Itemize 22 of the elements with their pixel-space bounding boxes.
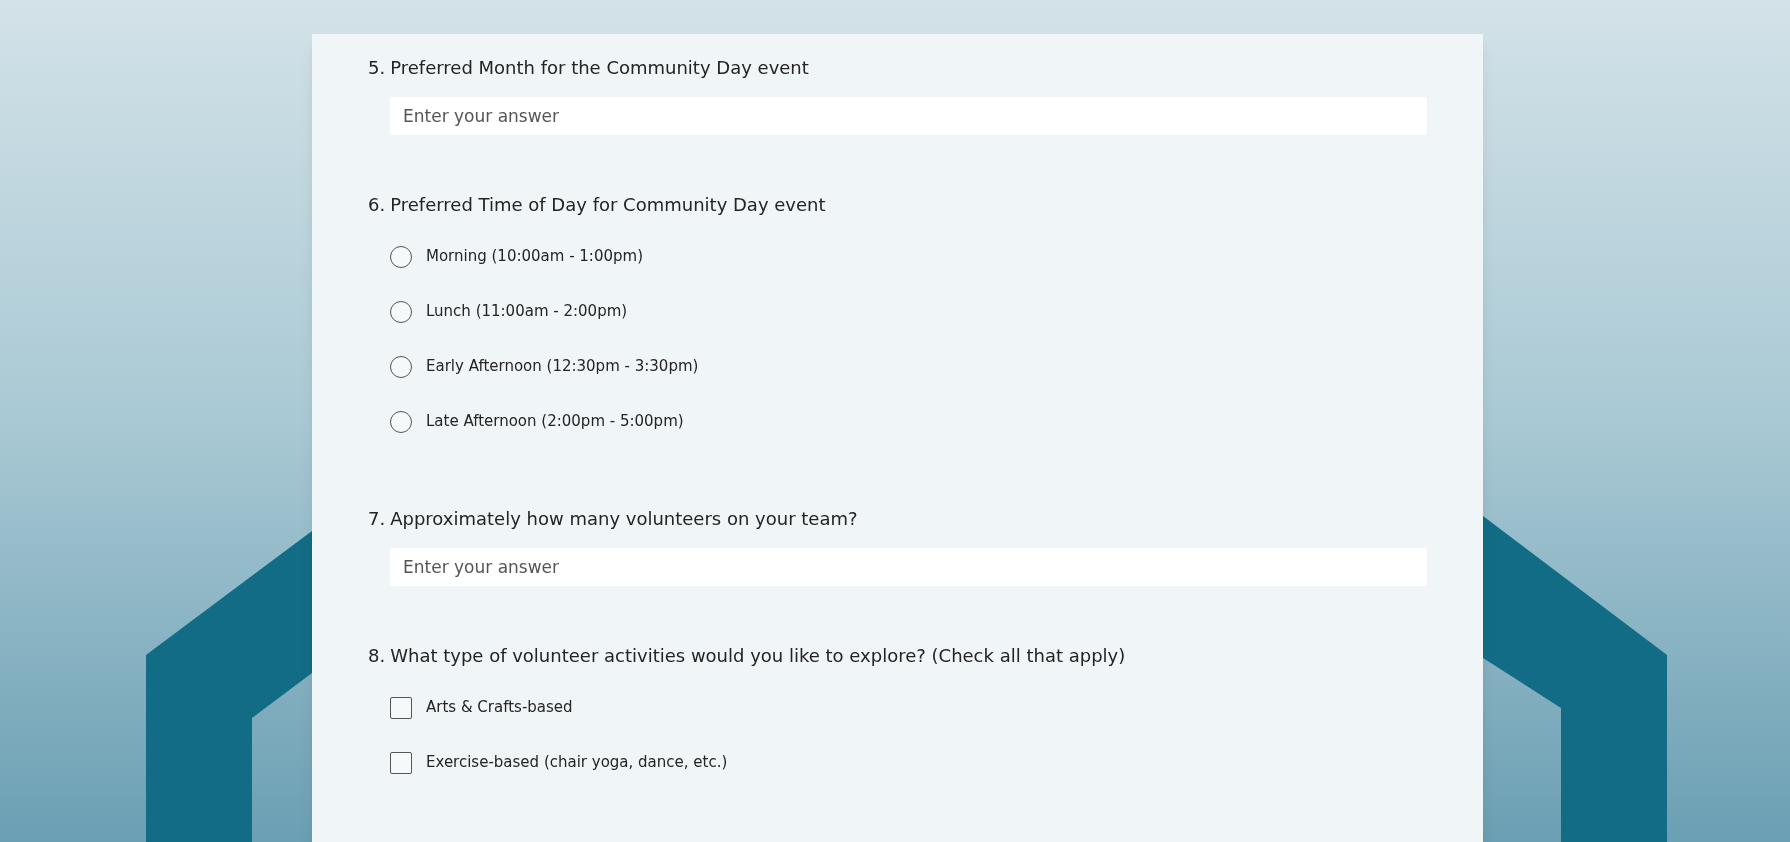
question-title: Preferred Month for the Community Day event [390, 56, 809, 80]
checkbox[interactable] [390, 751, 412, 774]
question-number: 6. [368, 193, 386, 217]
option-label: Arts & Crafts-based [426, 697, 573, 719]
option-label: Early Afternoon (12:30pm - 3:30pm) [426, 356, 699, 378]
answer-field[interactable]: Enter your answer [390, 97, 1427, 135]
question-number: 8. [368, 644, 386, 668]
option-label: Exercise-based (chair yoga, dance, etc.) [426, 752, 728, 774]
radio-button[interactable] [390, 245, 412, 268]
radio-button[interactable] [390, 355, 412, 378]
radio-button[interactable] [390, 300, 412, 323]
question-title: Approximately how many volunteers on your team? [390, 507, 858, 531]
question-title: Preferred Time of Day for Community Day event [390, 193, 826, 217]
question-number: 7. [368, 507, 386, 531]
option-label: Late Afternoon (2:00pm - 5:00pm) [426, 411, 684, 433]
option-label: Lunch (11:00am - 2:00pm) [426, 301, 628, 323]
answer-field[interactable]: Enter your answer [390, 548, 1427, 586]
checkbox[interactable] [390, 696, 412, 719]
question-title: What type of volunteer activities would you like to explore? (Check all that apply) [390, 644, 1126, 668]
option-label: Morning (10:00am - 1:00pm) [426, 246, 643, 268]
radio-button[interactable] [390, 410, 412, 433]
question-number: 5. [368, 56, 386, 80]
